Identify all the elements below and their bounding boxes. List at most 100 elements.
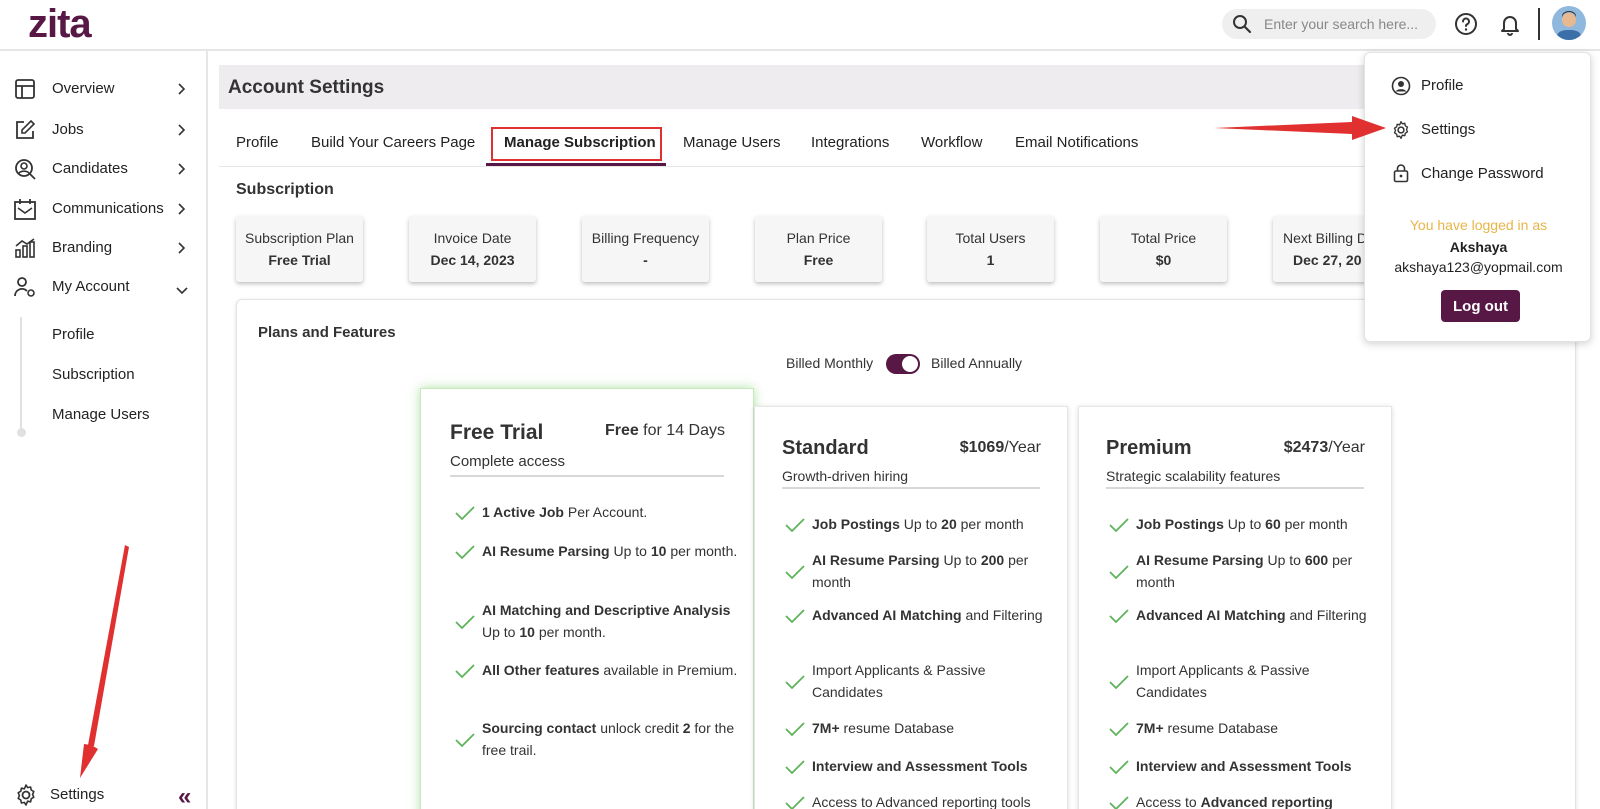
sidebar: Overview Jobs Candidates Communications … [0,51,208,809]
plan-feature: Sourcing contact unlock credit 2 for the… [482,720,735,758]
plan-feature: AI Resume Parsing Up to 10 per month. [482,543,738,559]
gear-icon[interactable] [14,783,38,809]
user-search-icon [14,158,36,180]
tabs-divider [219,166,1379,167]
stat-value: $0 [1155,252,1172,268]
plan-feature: AI Resume Parsing Up to 600 per month [1136,552,1353,590]
sidebar-item-label: Jobs [52,121,84,138]
logged-in-text: You have logged in as [1409,217,1548,233]
plan-feature: AI Resume Parsing Up to 200 per month [812,552,1029,590]
calendar-mail-icon [14,198,36,220]
gear-icon [1391,120,1411,144]
plan-feature: Interview and Assessment Tools [812,758,1028,774]
logout-button[interactable]: Log out [1441,290,1520,322]
tab-manage-users[interactable]: Manage Users [683,134,781,151]
sidebar-item-label: Branding [52,239,113,256]
plan-price-amount: Free [604,422,639,439]
user-circle-icon [1391,76,1411,100]
edit-icon [14,119,36,141]
plan-feature: Access to Advanced reporting tools [812,794,1031,809]
layout-icon [14,78,36,100]
dropdown-item-label: Settings [1421,121,1476,138]
plan-feature: Import Applicants & Passive Candidates [812,662,986,700]
billed-monthly-label[interactable]: Billed Monthly [786,355,873,371]
plan-feature: Advanced AI Matching and Filtering [1136,607,1367,623]
collapse-sidebar-icon[interactable]: « [178,783,191,809]
plan-feature: Advanced AI Matching and Filtering [812,607,1043,623]
sidebar-item-label: Candidates [52,160,128,177]
sidebar-item-branding[interactable]: Branding [0,229,206,265]
chevron-right-icon [178,123,186,141]
stat-label: Billing Frequency [591,230,700,246]
plan-feature: Access to Advanced reporting [1136,794,1333,809]
stat-invoice-date: Invoice Date Dec 14, 2023 [409,216,536,282]
stat-value: Free [803,252,834,268]
sidebar-item-communications[interactable]: Communications [0,190,206,226]
chevron-right-icon [178,202,186,220]
settings-tabs: Profile Build Your Careers Page Manage S… [219,122,1369,166]
sidebar-subitem-manage-users[interactable]: Manage Users [52,406,150,423]
plan-card-premium[interactable]: Premium $2473/Year Strategic scalability… [1078,406,1392,809]
plan-feature: 7M+ resume Database [812,720,955,736]
billed-annually-label[interactable]: Billed Annually [931,355,1022,371]
stat-label: Invoice Date [433,230,512,246]
dropdown-item-label: Change Password [1421,165,1544,182]
sidebar-subitem-profile[interactable]: Profile [52,326,95,343]
plan-feature: 1 Active Job Per Account. [482,504,648,520]
sidebar-item-candidates[interactable]: Candidates [0,150,206,186]
plan-feature: Job Postings Up to 20 per month [812,516,1024,532]
zita-logo[interactable]: zita [28,2,92,47]
plan-price-period: /Year [1004,439,1041,456]
plan-feature: 7M+ resume Database [1136,720,1279,736]
chevron-right-icon [178,82,186,100]
header-divider [1538,8,1540,40]
plan-price: $2473/Year [1284,439,1365,457]
stat-total-users: Total Users 1 [927,216,1054,282]
sidebar-item-label: Communications [52,200,164,217]
plan-subtitle: Strategic scalability features [1106,468,1281,484]
plan-price: Free for 14 Days [605,422,725,440]
stat-value: Free Trial [268,252,331,268]
sidebar-subitem-subscription[interactable]: Subscription [52,366,135,383]
top-header: zita [0,0,1600,51]
billing-toggle[interactable] [886,354,920,374]
search-bar[interactable] [1222,9,1436,39]
lock-icon [1393,163,1409,187]
stat-label: Total Price [1130,230,1197,246]
dropdown-item-label: Profile [1421,77,1464,94]
search-input[interactable] [1264,15,1424,33]
plan-name: Free Trial [450,421,544,444]
plan-feature: AI Matching and Descriptive Analysis Up … [482,602,731,640]
plan-feature: Job Postings Up to 60 per month [1136,516,1348,532]
tab-email-notifications[interactable]: Email Notifications [1015,134,1138,151]
plan-price-amount: $2473 [1283,439,1329,456]
tab-integrations[interactable]: Integrations [811,134,889,151]
chevron-right-icon [178,162,186,180]
sidebar-settings-label[interactable]: Settings [50,786,104,803]
stat-billing-frequency: Billing Frequency - [582,216,709,282]
plan-card-free-trial[interactable]: Free Trial Free for 14 Days Complete acc… [420,388,754,809]
submenu-dot [17,428,26,437]
tab-build-careers-page[interactable]: Build Your Careers Page [311,134,475,151]
submenu-line [20,317,22,433]
profile-dropdown: Profile Settings Change Password You hav… [1364,52,1591,342]
search-icon[interactable] [1232,14,1252,39]
avatar[interactable] [1552,6,1586,40]
plan-divider [450,475,724,477]
plan-price-amount: $1069 [959,439,1005,456]
bell-icon[interactable] [1498,12,1522,41]
chevron-down-icon [176,282,188,300]
stat-total-price: Total Price $0 [1100,216,1227,282]
tab-workflow[interactable]: Workflow [921,134,982,151]
sidebar-item-overview[interactable]: Overview [0,70,206,106]
tab-profile[interactable]: Profile [236,134,279,151]
stat-value: - [643,252,648,268]
sidebar-item-jobs[interactable]: Jobs [0,111,206,147]
sidebar-item-my-account[interactable]: My Account [0,268,206,304]
user-email: akshaya123@yopmail.com [1394,259,1563,275]
help-icon[interactable] [1454,12,1478,41]
active-tab-highlight [491,127,662,161]
plan-card-standard[interactable]: Standard $1069/Year Growth-driven hiring… [754,406,1068,809]
plan-price: $1069/Year [960,439,1041,457]
plan-name: Premium [1106,437,1192,459]
